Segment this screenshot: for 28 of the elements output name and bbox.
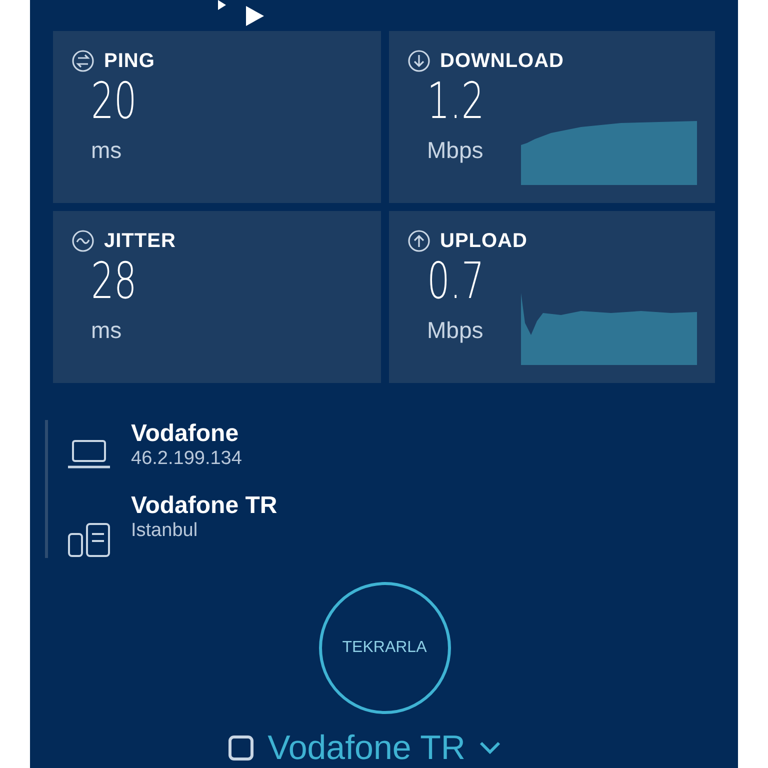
metric-unit: Mbps — [427, 317, 484, 344]
ip-address: 46.2.199.134 — [131, 448, 242, 470]
upload-icon — [407, 229, 431, 253]
metric-label: PING — [104, 50, 155, 72]
chevron-down-icon[interactable] — [479, 741, 502, 755]
metric-unit: ms — [91, 137, 122, 164]
metric-label: UPLOAD — [440, 230, 528, 252]
metric-unit: ms — [91, 317, 122, 344]
play-icon — [218, 0, 226, 10]
play-icon[interactable] — [244, 5, 266, 27]
server-icon — [67, 522, 111, 558]
server-location: Istanbul — [131, 520, 199, 542]
metric-value: 1.2 — [427, 73, 484, 129]
metric-label: DOWNLOAD — [440, 50, 564, 72]
retry-button[interactable]: TEKRARLA — [318, 582, 450, 714]
ping-icon — [71, 49, 95, 73]
server-icon — [228, 735, 254, 761]
metric-value: 0.7 — [427, 253, 484, 309]
laptop-icon — [67, 438, 111, 470]
server-selector[interactable]: Vodafone TR — [268, 728, 466, 768]
metric-label: JITTER — [104, 230, 176, 252]
isp-name: Vodafone — [131, 420, 240, 448]
metric-value: 28 — [91, 253, 137, 309]
server-name: Vodafone TR — [131, 492, 278, 520]
download-icon — [407, 49, 431, 73]
metric-value: 20 — [91, 73, 137, 129]
jitter-icon — [71, 229, 95, 253]
metric-unit: Mbps — [427, 137, 484, 164]
